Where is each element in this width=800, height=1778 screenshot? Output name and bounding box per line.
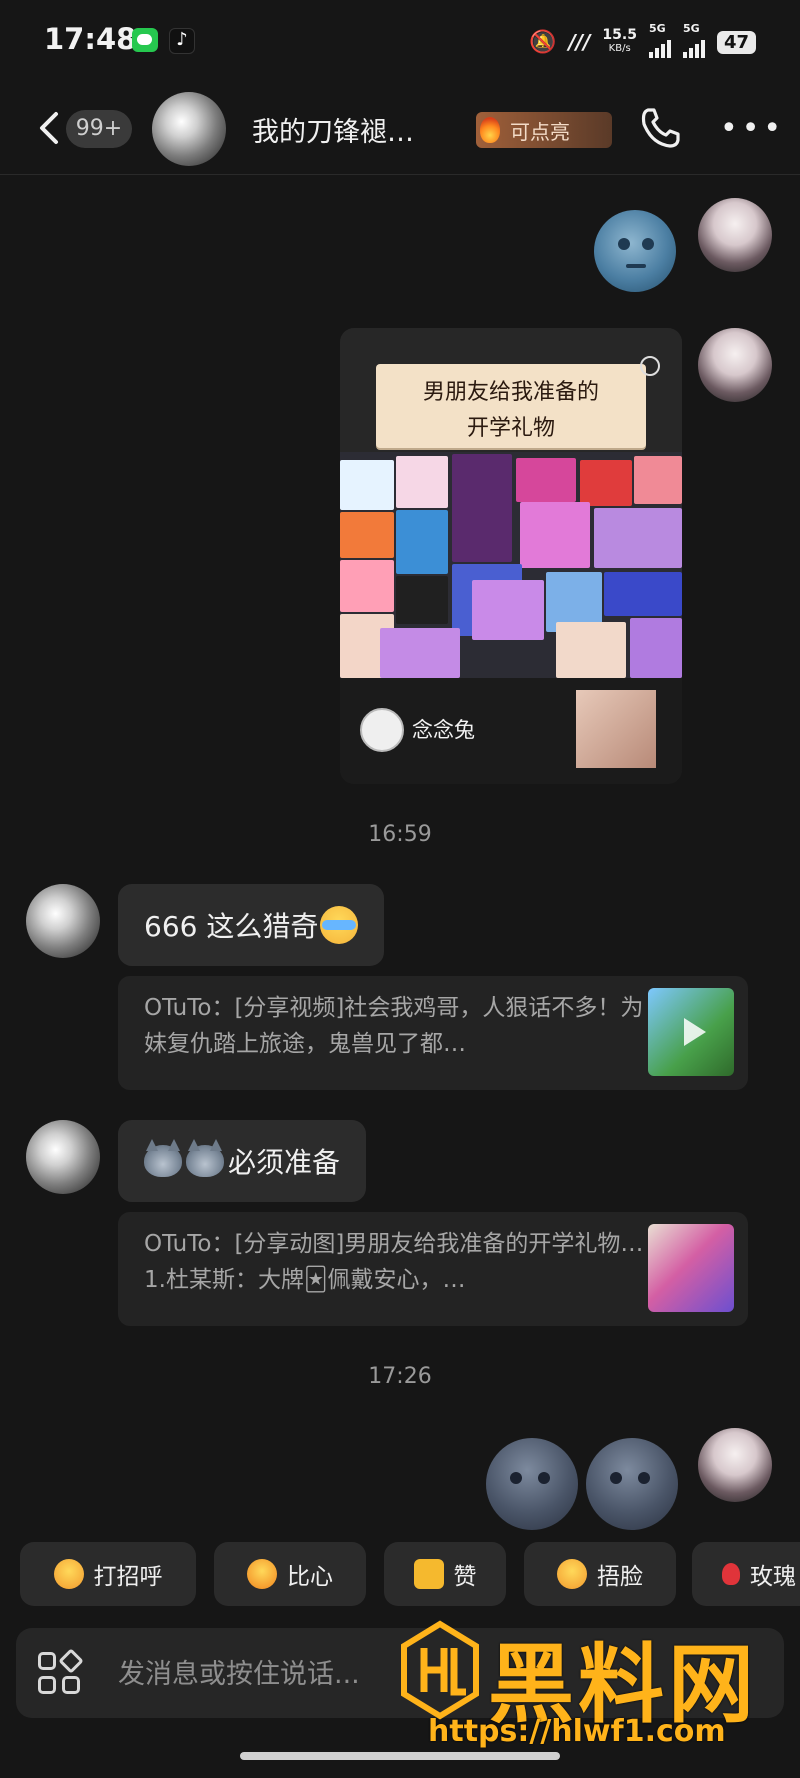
watermark-logo-icon xyxy=(401,1620,479,1720)
contact-avatar[interactable] xyxy=(152,92,226,166)
play-icon xyxy=(684,1018,706,1046)
home-indicator[interactable] xyxy=(240,1752,560,1760)
quick-reply-heart[interactable]: 比心 xyxy=(214,1542,366,1606)
chip-label-greet: 打招呼 xyxy=(93,1564,163,1590)
video-banner: 男朋友给我准备的 开学礼物 xyxy=(376,364,646,448)
author-name: 念念兔 xyxy=(412,718,475,742)
chip-label-rose: 玫瑰 xyxy=(750,1564,796,1590)
my-avatar-3[interactable] xyxy=(698,1428,772,1502)
message-text: 666 这么猎奇 xyxy=(144,910,319,943)
timestamp-1: 16:59 xyxy=(368,822,432,847)
quoted-text: OTuTo：[分享视频]社会我鸡哥，人狠话不多！为妹复仇踏上旅途，鬼兽见了都… xyxy=(144,995,644,1057)
quoted-message-2[interactable]: OTuTo：[分享动图]男朋友给我准备的开学礼物…1.杜某斯：大牌🃏佩戴安心，… xyxy=(118,1212,748,1326)
watermark-url: https://hlwf1.com xyxy=(428,1714,726,1749)
chat-header: 99+ 我的刀锋褪… 可点亮 ••• xyxy=(0,90,800,175)
quick-reply-like[interactable]: 赞 xyxy=(384,1542,506,1606)
chip-label-like: 赞 xyxy=(453,1564,477,1590)
chat-title[interactable]: 我的刀锋褪… xyxy=(252,110,414,149)
banner-line-2: 开学礼物 xyxy=(466,416,555,441)
baby-thumbnail xyxy=(576,690,656,768)
signal-type-label-2: 5G xyxy=(682,22,700,35)
network-speed-value: 15.5 xyxy=(602,27,637,43)
status-time: 17:48 xyxy=(44,22,137,56)
quick-reply-facepalm[interactable]: 捂脸 xyxy=(524,1542,676,1606)
heart-hands-icon xyxy=(247,1559,277,1589)
more-options-icon[interactable]: ••• xyxy=(720,114,785,144)
message-bubble[interactable]: 666 这么猎奇 xyxy=(118,884,385,966)
thumbs-up-icon xyxy=(413,1559,444,1589)
shared-video-card[interactable]: 男朋友给我准备的 开学礼物 念念兔 xyxy=(340,328,682,784)
mute-bell-icon: 🔕 xyxy=(529,29,557,55)
spark-label: 可点亮 xyxy=(510,119,570,144)
facepalm-icon xyxy=(557,1559,587,1589)
my-avatar[interactable] xyxy=(698,198,772,272)
devil-emoji-icon-2 xyxy=(186,1139,224,1177)
wechat-notification-icon xyxy=(132,28,158,52)
quick-reply-greet[interactable]: 打招呼 xyxy=(20,1542,196,1606)
my-avatar-2[interactable] xyxy=(698,328,772,402)
contact-avatar-msg-2[interactable] xyxy=(26,1120,100,1194)
product-boxes-image xyxy=(340,452,682,678)
quoted-text-2: OTuTo：[分享动图]男朋友给我准备的开学礼物…1.杜某斯：大牌🃏佩戴安心，… xyxy=(144,1231,644,1293)
gif-thumbnail[interactable] xyxy=(648,1224,734,1312)
tiktok-notification-icon: ♪ xyxy=(169,28,195,54)
author-avatar xyxy=(360,708,404,752)
devil-emoji-icon xyxy=(144,1139,182,1177)
status-indicators: 🔕 /// 15.5 KB/s 5G 5G 47 xyxy=(529,22,756,58)
timestamp-2: 17:26 xyxy=(368,1364,432,1389)
back-arrow-icon[interactable] xyxy=(34,108,64,148)
quick-reply-rose[interactable]: 玫瑰 xyxy=(692,1542,800,1606)
battery-icon: 47 xyxy=(716,30,756,54)
signal-type-label: 5G xyxy=(648,22,666,35)
video-thumbnail[interactable] xyxy=(648,988,734,1076)
hug-emoji-icon xyxy=(53,1559,84,1589)
rose-icon xyxy=(722,1563,740,1585)
crying-laughing-emoji xyxy=(320,906,359,944)
message-bubble-2[interactable]: 必须准备 xyxy=(118,1120,367,1202)
fire-icon xyxy=(480,117,500,143)
quoted-message[interactable]: OTuTo：[分享视频]社会我鸡哥，人狠话不多！为妹复仇踏上旅途，鬼兽见了都… xyxy=(118,976,748,1090)
signal-icon: 5G xyxy=(648,22,671,58)
dark-moon-emoji[interactable] xyxy=(486,1438,578,1530)
signal-icon-2: 5G xyxy=(682,22,705,58)
banner-line-1: 男朋友给我准备的 xyxy=(422,380,599,405)
nfc-icon: /// xyxy=(568,30,591,54)
chip-label-heart: 比心 xyxy=(287,1564,333,1590)
message-text-2: 必须准备 xyxy=(228,1146,341,1179)
dark-moon-emoji-2[interactable] xyxy=(586,1438,678,1530)
moon-emoji-sticker[interactable] xyxy=(594,210,676,292)
phone-call-icon[interactable] xyxy=(636,104,684,152)
network-speed: 15.5 KB/s xyxy=(602,27,637,55)
apps-grid-icon[interactable] xyxy=(38,1648,84,1698)
sparkle-icon xyxy=(640,356,660,376)
unread-count-badge[interactable]: 99+ xyxy=(66,110,132,148)
network-speed-unit: KB/s xyxy=(608,43,631,54)
spark-badge[interactable]: 可点亮 xyxy=(476,112,612,148)
contact-avatar-msg-1[interactable] xyxy=(26,884,100,958)
chip-label-facepalm: 捂脸 xyxy=(597,1564,643,1590)
